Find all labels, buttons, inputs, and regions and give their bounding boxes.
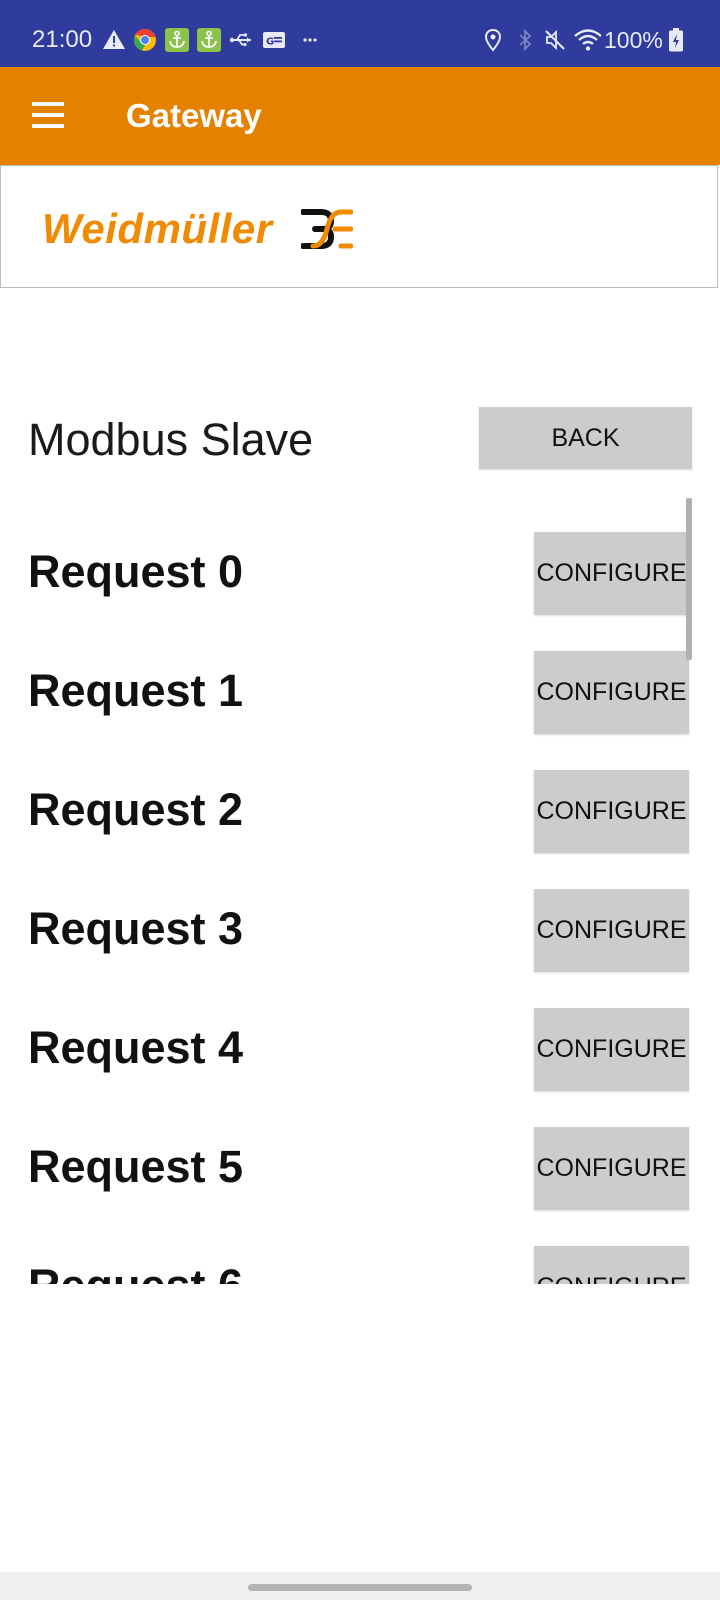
app-title: Gateway [126,97,262,134]
request-label: Request 1 [28,665,244,716]
more-icon [298,28,322,52]
status-time: 21:00 [32,26,93,53]
request-label: Request 5 [28,1141,244,1192]
wifi-icon [574,28,602,52]
request-row: Request 3 CONFIGURE [0,855,720,974]
logo-banner: Weidmüller [0,165,718,288]
navigation-bar [0,1572,720,1600]
screen: 21:00 G 100% Gateway Weidmüller Modbus S… [0,0,720,1600]
anchor-icon [197,28,221,52]
mute-icon [543,28,567,52]
warning-icon [102,28,126,52]
request-label: Request 0 [28,546,244,597]
app-bar: Gateway [0,67,720,165]
configure-button[interactable]: CONFIGURE [534,1127,689,1210]
scrollbar-thumb[interactable] [686,498,692,660]
configure-button[interactable]: CONFIGURE [534,889,689,972]
request-row: Request 6 CONFIGURE [0,1212,720,1284]
chrome-icon [133,28,157,52]
battery-percent: 100% [604,27,663,53]
ge-icon: G [262,28,286,52]
anchor-icon [165,28,189,52]
request-label: Request 6 [28,1260,243,1284]
request-row: Request 1 CONFIGURE [0,617,720,736]
weidmuller-logo-mark-icon [301,206,353,252]
usb-icon [229,28,253,52]
menu-icon[interactable] [30,100,66,130]
request-label: Request 4 [28,1022,244,1073]
configure-button[interactable]: CONFIGURE [534,1008,689,1091]
request-row: Request 5 CONFIGURE [0,1093,720,1212]
request-list[interactable]: Request 0 CONFIGURE Request 1 CONFIGURE … [0,498,720,1284]
logo-text: Weidmüller [42,205,273,252]
home-indicator[interactable] [248,1584,472,1591]
request-row: Request 4 CONFIGURE [0,974,720,1093]
status-bar: 21:00 G 100% [0,0,720,67]
request-row: Request 0 CONFIGURE [0,498,720,617]
request-label: Request 2 [28,784,244,835]
request-label: Request 3 [28,903,244,954]
bluetooth-icon [513,28,537,52]
battery-icon [668,28,684,52]
page-title: Modbus Slave [28,414,314,465]
configure-button[interactable]: CONFIGURE [534,1246,689,1284]
back-button[interactable]: BACK [479,407,692,469]
location-icon [481,28,505,52]
configure-button[interactable]: CONFIGURE [534,770,689,853]
svg-text:G: G [266,37,274,48]
request-row: Request 2 CONFIGURE [0,736,720,855]
configure-button[interactable]: CONFIGURE [534,532,689,615]
configure-button[interactable]: CONFIGURE [534,651,689,734]
